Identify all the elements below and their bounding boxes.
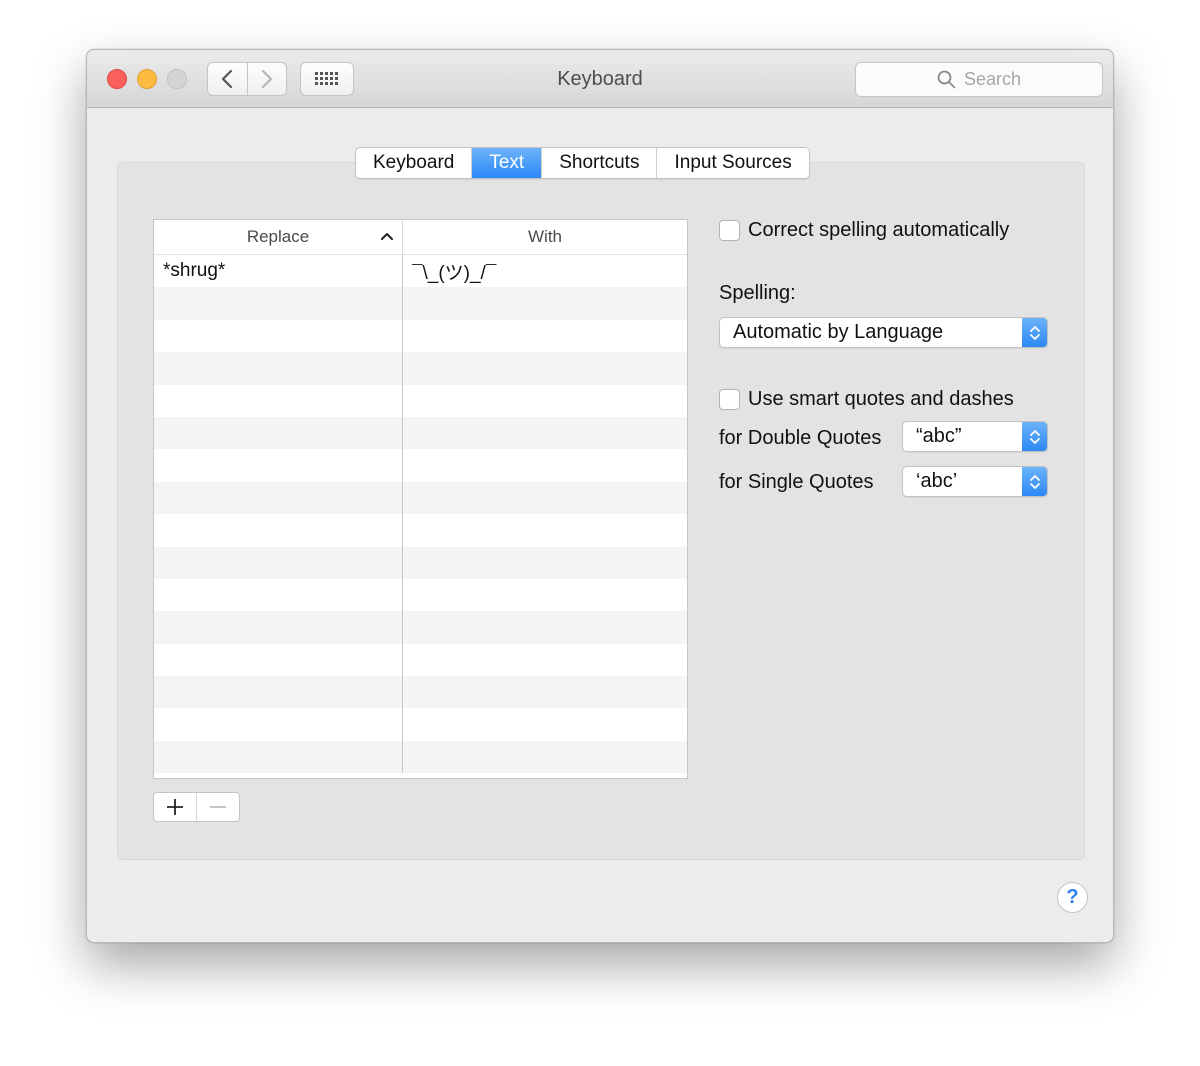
smart-quotes-label: Use smart quotes and dashes — [748, 388, 1014, 410]
empty-table-row — [154, 319, 687, 353]
add-remove-control — [153, 792, 240, 822]
spelling-label: Spelling: — [719, 282, 796, 304]
table-row[interactable]: *shrug* ¯\_(ツ)_/¯ — [154, 255, 687, 288]
correct-spelling-option[interactable]: Correct spelling automatically — [719, 219, 1009, 242]
tab-input-sources[interactable]: Input Sources — [657, 148, 808, 178]
stepper-arrows-icon — [1022, 467, 1047, 496]
empty-cell — [154, 449, 403, 482]
stepper-arrows-icon — [1022, 318, 1047, 347]
empty-cell — [154, 514, 403, 547]
empty-cell — [154, 416, 403, 450]
smart-quotes-option[interactable]: Use smart quotes and dashes — [719, 388, 1014, 411]
empty-cell — [403, 449, 687, 481]
empty-cell — [154, 287, 403, 320]
empty-table-row — [154, 416, 687, 450]
single-quotes-select[interactable]: ‘abc’ — [902, 466, 1048, 497]
empty-cell — [154, 740, 403, 774]
empty-cell — [154, 578, 403, 612]
empty-cell — [403, 547, 687, 579]
empty-cell — [403, 287, 687, 319]
empty-cell — [403, 741, 687, 773]
empty-cell — [154, 481, 403, 515]
single-quotes-value: ‘abc’ — [916, 470, 958, 492]
spelling-select[interactable]: Automatic by Language — [719, 317, 1048, 348]
search-field[interactable]: Search — [855, 62, 1103, 97]
search-placeholder: Search — [963, 69, 1022, 89]
with-column-header[interactable]: With — [403, 220, 687, 254]
empty-cell — [154, 708, 403, 741]
table-header: Replace With — [154, 220, 687, 255]
spelling-value: Automatic by Language — [733, 321, 944, 343]
empty-cell — [154, 611, 403, 644]
empty-cell — [154, 319, 403, 353]
tab-text[interactable]: Text — [472, 148, 543, 178]
preferences-window: Keyboard Search Keyboard Text Shortcuts … — [86, 49, 1114, 943]
correct-spelling-checkbox[interactable] — [719, 220, 740, 241]
double-quotes-label: for Double Quotes — [719, 427, 882, 449]
empty-table-row — [154, 384, 687, 417]
empty-table-row — [154, 287, 687, 320]
tab-shortcuts[interactable]: Shortcuts — [542, 148, 658, 178]
tab-keyboard[interactable]: Keyboard — [356, 148, 473, 178]
remove-button[interactable] — [196, 793, 239, 821]
text-replacement-table: Replace With *shrug* ¯\_(ツ)_/¯ — [153, 219, 688, 779]
empty-cell — [403, 708, 687, 740]
correct-spelling-label: Correct spelling automatically — [748, 219, 1010, 241]
replace-header-label: Replace — [246, 227, 310, 246]
empty-cell — [154, 643, 403, 677]
empty-table-row — [154, 546, 687, 579]
smart-quotes-checkbox[interactable] — [719, 389, 740, 410]
empty-table-row — [154, 578, 687, 612]
replace-cell[interactable]: *shrug* — [154, 255, 403, 288]
empty-cell — [403, 676, 687, 708]
empty-table-row — [154, 352, 687, 385]
sort-ascending-icon — [381, 233, 393, 240]
replace-column-header[interactable]: Replace — [154, 220, 403, 254]
plus-icon — [167, 799, 183, 815]
table-body: *shrug* ¯\_(ツ)_/¯ — [154, 255, 687, 774]
tab-bar: Keyboard Text Shortcuts Input Sources — [355, 147, 810, 179]
title-bar: Keyboard Search — [87, 50, 1113, 108]
double-quotes-value: “abc” — [916, 425, 962, 447]
empty-cell — [403, 644, 687, 676]
empty-cell — [154, 546, 403, 579]
empty-cell — [403, 385, 687, 417]
empty-cell — [403, 417, 687, 449]
add-button[interactable] — [154, 793, 196, 821]
help-button[interactable]: ? — [1057, 882, 1088, 913]
empty-cell — [403, 320, 687, 352]
double-quotes-select[interactable]: “abc” — [902, 421, 1048, 452]
empty-cell — [403, 352, 687, 384]
with-header-label: With — [528, 227, 562, 246]
single-quotes-label: for Single Quotes — [719, 471, 874, 493]
empty-cell — [154, 676, 403, 709]
stepper-arrows-icon — [1022, 422, 1047, 451]
empty-table-row — [154, 611, 687, 644]
search-icon — [937, 70, 956, 89]
empty-table-row — [154, 514, 687, 547]
empty-cell — [154, 352, 403, 385]
empty-cell — [403, 611, 687, 643]
empty-table-row — [154, 643, 687, 677]
empty-table-row — [154, 449, 687, 482]
empty-cell — [403, 514, 687, 546]
empty-table-row — [154, 676, 687, 709]
empty-table-row — [154, 708, 687, 741]
with-cell[interactable]: ¯\_(ツ)_/¯ — [403, 255, 687, 287]
empty-cell — [403, 482, 687, 514]
empty-table-row — [154, 740, 687, 774]
empty-cell — [403, 579, 687, 611]
minus-icon — [210, 806, 226, 808]
empty-table-row — [154, 481, 687, 515]
empty-cell — [154, 384, 403, 417]
